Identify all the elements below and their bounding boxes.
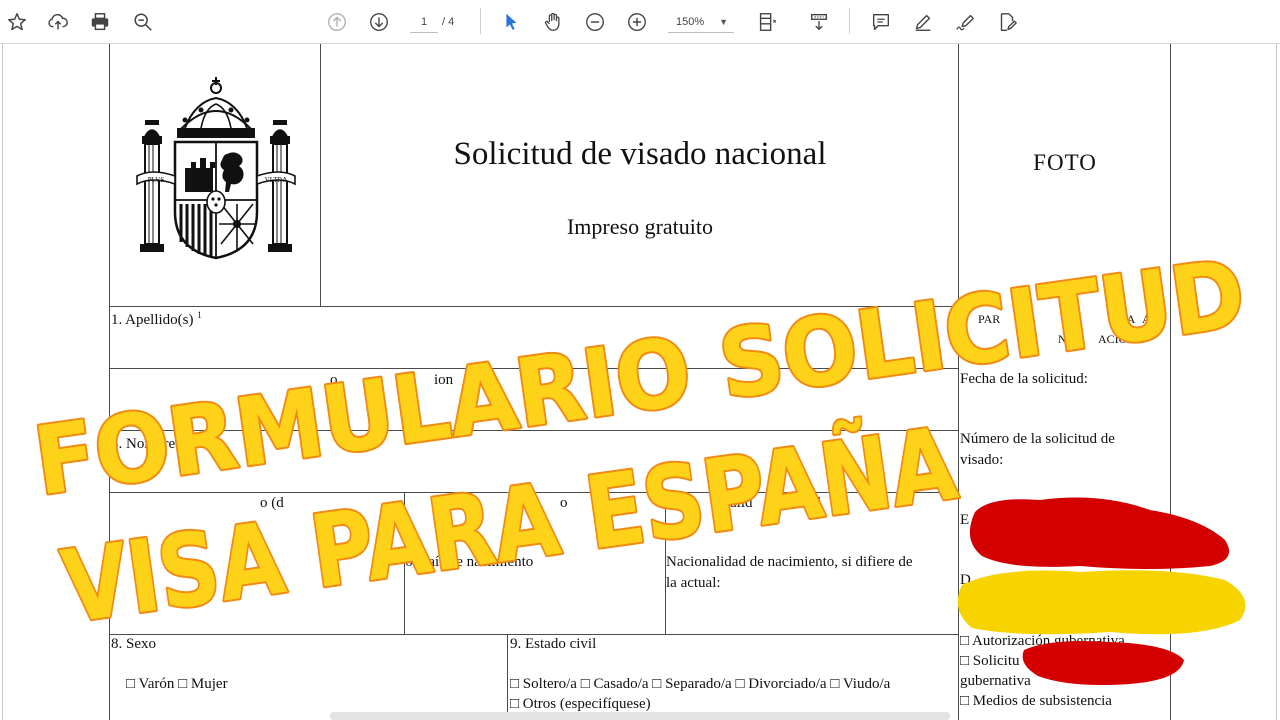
side-header-partial: PAR xyxy=(978,312,1001,326)
svg-text:VLTRA: VLTRA xyxy=(265,176,288,184)
table-line xyxy=(109,306,959,307)
gubernativa-label: gubernativa xyxy=(960,673,1031,689)
field-estado-civil: 9. Estado civil xyxy=(510,636,597,652)
page-fit-icon[interactable] xyxy=(752,7,782,37)
photo-box-label: FOTO xyxy=(1033,150,1097,175)
printer-icon[interactable] xyxy=(85,7,115,37)
table-line xyxy=(1170,44,1171,720)
toolbar-divider xyxy=(849,8,850,34)
field-nombre-label: 3. Nombre(s) xyxy=(111,436,191,452)
field-apellidos: 1. Apellido(s) 1 xyxy=(111,310,202,329)
estado-civil-options[interactable]: □ Soltero/a □ Casado/a □ Separado/a □ Di… xyxy=(510,676,890,693)
zoom-search-icon[interactable] xyxy=(128,7,158,37)
signature-pen-icon[interactable] xyxy=(950,7,980,37)
estado-civil-otros[interactable]: □ Otros (especifíquese) xyxy=(510,696,651,713)
field-nacionalidad-nacimiento-cont: la actual: xyxy=(666,575,721,591)
table-line xyxy=(109,368,959,369)
solicitud-checkbox-partial[interactable]: □ Solicitu xyxy=(960,653,1019,670)
medios-subsistencia-checkbox[interactable]: □ Medios de subsistencia xyxy=(960,693,1112,710)
footnote-marker: 1 xyxy=(197,310,202,320)
cursor-icon[interactable] xyxy=(496,7,526,37)
side-header-partial: A xyxy=(1142,312,1151,326)
table-line xyxy=(109,430,959,431)
minus-circle-icon[interactable] xyxy=(580,7,610,37)
side-header-partial: NI xyxy=(1058,332,1071,346)
side-partial-e: E xyxy=(960,512,970,528)
sexo-options[interactable]: □ Varón □ Mujer xyxy=(126,676,228,693)
scroll-mode-icon[interactable] xyxy=(804,7,834,37)
pdf-toolbar: 1 / 4 150% ▼ xyxy=(0,0,1280,44)
page-number-input[interactable]: 1 xyxy=(410,11,438,33)
chevron-down-icon: ▼ xyxy=(719,17,728,27)
zoom-level-value: 150% xyxy=(676,16,705,28)
footnote-marker: 3 xyxy=(194,434,200,444)
plus-circle-icon[interactable] xyxy=(622,7,652,37)
star-icon[interactable] xyxy=(2,7,32,37)
arrow-down-circle-icon[interactable] xyxy=(364,7,394,37)
fecha-solicitud-label: Fecha de la solicitud: xyxy=(960,371,1088,387)
field-apellidos-label: 1. Apellido(s) xyxy=(111,312,194,328)
comment-icon[interactable] xyxy=(866,7,896,37)
toolbar-divider xyxy=(480,8,481,34)
page-border-right xyxy=(1276,44,1277,720)
field-4-partial: o (d xyxy=(260,495,284,511)
field-4-partial-b: o xyxy=(560,495,568,511)
numero-solicitud-label: Número de la solicitud de xyxy=(960,431,1115,447)
field-pais-nacimiento: 6. País de nacimiento xyxy=(405,554,534,570)
table-line xyxy=(109,634,959,635)
field-sexo: 8. Sexo xyxy=(111,636,156,652)
table-line xyxy=(109,492,959,493)
page-total: / 4 xyxy=(442,16,455,28)
field-nombre: 3. Nombre(s) 3 xyxy=(111,434,199,453)
form-subtitle: Impreso gratuito xyxy=(566,214,714,239)
arrow-up-circle-icon[interactable] xyxy=(322,7,352,37)
table-line xyxy=(320,44,321,306)
side-header-partial: ACIÓ xyxy=(1098,332,1128,346)
field-5-partial-b: ctual xyxy=(792,495,822,511)
field-5-partial: alid xyxy=(730,495,753,511)
side-header-partial: ES xyxy=(1062,312,1077,326)
side-header-partial: DA xyxy=(1118,312,1136,326)
form-title: Solicitud de visado nacional xyxy=(453,136,827,172)
spain-coat-of-arms-logo: PLVS VLTRA xyxy=(136,77,296,260)
numero-solicitud-label-cont: visado: xyxy=(960,452,1004,468)
zoom-level-select[interactable]: 150% ▼ xyxy=(668,11,734,33)
table-line xyxy=(109,44,110,720)
pen-icon[interactable] xyxy=(908,7,938,37)
table-line xyxy=(507,634,508,720)
autorizacion-checkbox[interactable]: □ Autorización gubernativa xyxy=(960,633,1125,650)
edit-document-icon[interactable] xyxy=(992,7,1022,37)
horizontal-scrollbar[interactable] xyxy=(330,712,950,720)
hand-icon[interactable] xyxy=(538,7,568,37)
page-border-left xyxy=(2,44,3,720)
cloud-upload-icon[interactable] xyxy=(43,7,73,37)
field-2-partial-b: ion xyxy=(434,372,454,388)
field-2-partial: o xyxy=(330,372,338,388)
field-nacionalidad-nacimiento: Nacionalidad de nacimiento, si difiere d… xyxy=(666,554,913,570)
svg-text:PLVS: PLVS xyxy=(148,176,165,184)
side-partial-d: D xyxy=(960,572,971,588)
